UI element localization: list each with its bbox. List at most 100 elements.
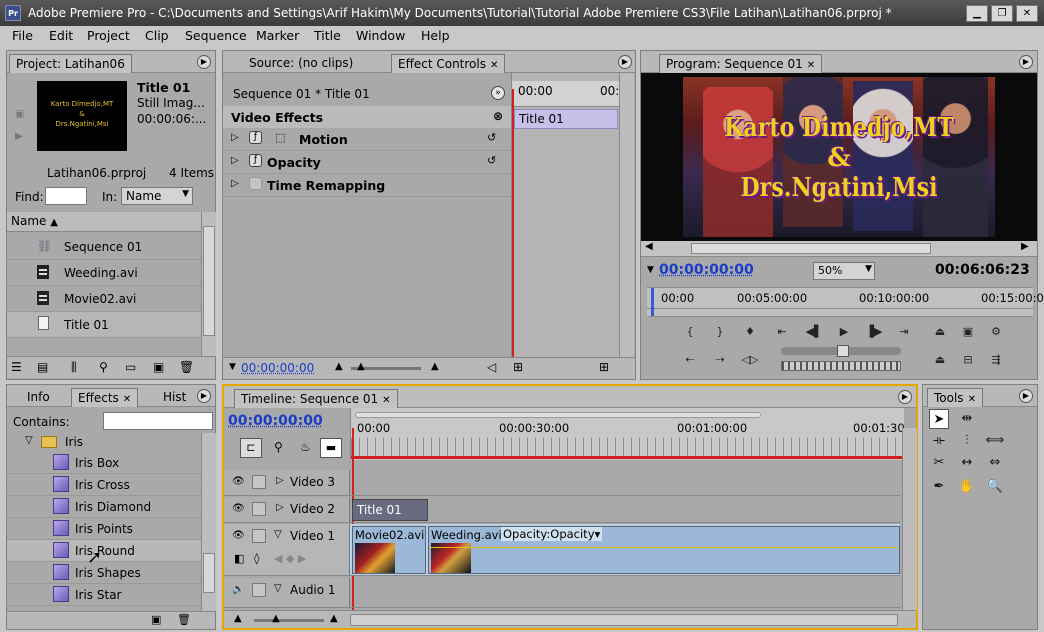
go-to-out-icon[interactable]: ⇥ [893, 323, 915, 341]
snap-icon[interactable]: ⊏ [240, 438, 262, 458]
tab-timeline[interactable]: Timeline: Sequence 01 ✕ [234, 389, 398, 408]
zoom-in-icon[interactable]: ▲ [431, 361, 439, 372]
menu-project[interactable]: Project [87, 28, 130, 43]
clip-movie02[interactable]: Movie02.avi [352, 526, 426, 574]
jog-wheel[interactable] [781, 361, 901, 371]
scroll-up-icon[interactable]: ⊗ [493, 109, 503, 123]
go-to-previous-edit-icon[interactable]: ⇠ [679, 351, 701, 369]
zoom-select[interactable]: 50% ▼ [813, 262, 875, 280]
program-h-scrollbar[interactable]: ◀ ▶ [641, 241, 1037, 257]
collapse-triangle-icon[interactable]: ▽ [274, 583, 282, 594]
list-item[interactable]: Iris Round [7, 540, 201, 562]
new-bin-icon[interactable]: ▭ [125, 360, 136, 374]
zoom-slider-thumb[interactable]: ▲ [272, 613, 280, 624]
fx-toggle-icon[interactable]: ƒ [249, 154, 262, 167]
shuttle-slider[interactable] [781, 345, 901, 357]
safe-margins-icon[interactable]: ▣ [957, 323, 979, 341]
list-item[interactable]: Iris Diamond [7, 496, 201, 518]
zoom-tool-icon[interactable]: 🔍 [985, 477, 1005, 497]
tab-info[interactable]: Info [21, 388, 56, 407]
lock-toggle[interactable] [252, 475, 266, 489]
marker-icon[interactable]: ♦ [739, 323, 761, 341]
play-in-to-out-icon[interactable]: ◁▷ [739, 351, 761, 369]
trash-icon[interactable]: 🗑 [177, 613, 191, 626]
export-frame-icon[interactable]: ⇶ [985, 351, 1007, 369]
trim-icon[interactable]: ⊟ [957, 351, 979, 369]
toggle-icon[interactable]: ⊞ [599, 360, 609, 374]
go-to-next-edit-icon[interactable]: ⇢ [709, 351, 731, 369]
close-icon[interactable]: ✕ [123, 394, 131, 405]
lock-toggle[interactable] [252, 502, 266, 516]
add-marker-icon[interactable]: ▬ [320, 438, 342, 458]
lock-toggle[interactable] [252, 529, 266, 543]
ripple-edit-tool-icon[interactable]: ⟛ [929, 431, 949, 451]
play-thumbnail-icon[interactable]: ▶ [15, 131, 29, 143]
scroll-thumb[interactable] [691, 243, 931, 254]
expand-triangle-icon[interactable]: ▷ [276, 475, 284, 486]
list-item[interactable]: ⛓ Sequence 01 [7, 234, 201, 260]
expand-triangle-icon[interactable]: ▷ [276, 502, 284, 513]
program-current-time[interactable]: 00:00:00:00 [659, 262, 754, 278]
effect-row-opacity[interactable]: ▷ ƒ Opacity ↺ [223, 151, 511, 174]
slip-tool-icon[interactable]: ↔ [957, 453, 977, 473]
menu-clip[interactable]: Clip [145, 28, 169, 43]
timeline-current-time[interactable]: 00:00:00:00 [228, 413, 323, 429]
close-button[interactable]: ✕ [1016, 5, 1038, 22]
tab-source[interactable]: Source: (no clips) [243, 54, 359, 73]
program-ruler[interactable]: 00:00 00:05:00:00 00:10:00:00 00:15:00:0… [647, 287, 1044, 317]
poster-frame-icon[interactable]: ▣ [15, 109, 29, 121]
pen-tool-icon[interactable]: ✒ [929, 477, 949, 497]
collapse-icon[interactable]: » [491, 86, 505, 100]
tab-effects[interactable]: Effects ✕ [71, 388, 139, 407]
track-select-tool-icon[interactable]: ⇹ [957, 409, 977, 429]
play-icon[interactable]: ▶ [833, 323, 855, 341]
list-item[interactable]: Weeding.avi [7, 260, 201, 286]
opacity-rubberband[interactable] [429, 547, 899, 548]
output-icon[interactable]: ⚙ [985, 323, 1007, 341]
hand-tool-icon[interactable]: ✋ [957, 477, 977, 497]
new-item-icon[interactable]: ▣ [153, 360, 164, 374]
set-in-point-icon[interactable]: { [679, 323, 701, 341]
panel-menu-icon[interactable]: ▶ [197, 55, 211, 69]
panel-menu-icon[interactable]: ▶ [1019, 55, 1033, 69]
speaker-icon[interactable]: 🔈 [232, 584, 246, 596]
step-forward-icon[interactable]: ▐▶ [863, 323, 885, 341]
scroll-thumb[interactable] [203, 553, 215, 593]
extract-icon[interactable]: ⏏ [929, 351, 951, 369]
zoom-slider[interactable] [254, 619, 324, 622]
timeline-h-scrollbar[interactable] [350, 614, 898, 626]
slide-tool-icon[interactable]: ⇔ [985, 453, 1005, 473]
opacity-dropdown[interactable]: Opacity:Opacity▾ [501, 527, 603, 541]
panel-menu-icon[interactable]: ▶ [1019, 389, 1033, 403]
timeline-ruler[interactable]: 00:00 00:00:30:00 00:01:00:00 00:01:30 [350, 408, 905, 460]
scroll-thumb[interactable] [203, 226, 215, 336]
effect-row-motion[interactable]: ▷ ƒ ⬚ Motion ↺ [223, 128, 511, 151]
set-out-point-icon[interactable]: } [709, 323, 731, 341]
new-bin-icon[interactable]: ▣ [151, 613, 161, 626]
effect-row-time-remapping[interactable]: ▷ Time Remapping [223, 174, 511, 197]
tab-effect-controls[interactable]: Effect Controls ✕ [391, 54, 506, 73]
list-item[interactable]: Movie02.avi [7, 286, 201, 312]
work-area-bar[interactable] [355, 412, 761, 418]
eye-icon[interactable]: 👁 [232, 503, 246, 515]
mini-ruler[interactable]: 00:00 00: [512, 81, 620, 107]
close-icon[interactable]: ✕ [490, 60, 498, 71]
clip-weeding[interactable]: Weeding.avi Opacity:Opacity▾ [428, 526, 900, 574]
menu-edit[interactable]: Edit [49, 28, 73, 43]
zoom-in-icon[interactable]: ▲ [330, 613, 338, 624]
shuttle-thumb[interactable] [837, 345, 849, 357]
automate-icon[interactable]: ⫼ [71, 360, 77, 375]
list-view-icon[interactable]: ☰ [11, 360, 22, 374]
selection-tool-icon[interactable]: ➤ [929, 409, 949, 429]
panel-menu-icon[interactable]: ▶ [618, 55, 632, 69]
list-item[interactable]: Iris Shapes [7, 562, 201, 584]
trash-icon[interactable]: 🗑 [179, 360, 194, 374]
lift-icon[interactable]: ⏏ [929, 323, 951, 341]
rate-stretch-tool-icon[interactable]: ⟺ [985, 431, 1005, 451]
contains-input[interactable] [103, 412, 213, 430]
timeline-scrollbar[interactable] [902, 428, 917, 610]
lock-toggle[interactable] [252, 583, 266, 597]
close-icon[interactable]: ✕ [382, 395, 390, 406]
scroll-right-icon[interactable]: ▶ [1021, 241, 1029, 252]
menu-file[interactable]: File [12, 28, 33, 43]
